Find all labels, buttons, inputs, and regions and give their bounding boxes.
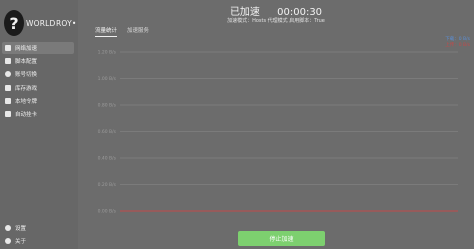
sidebar-item-label: 自动挂卡	[15, 112, 38, 118]
y-tick-label: 0.00 B/s	[98, 209, 117, 215]
sidebar-item-settings[interactable]: 设置	[2, 222, 74, 234]
app-window: ? WORLD ROY• 网络加速 脚本配置 账号切换 库存游戏 本地令牌 自动…	[0, 0, 474, 249]
sidebar-item-label: 脚本配置	[15, 59, 38, 65]
sidebar-item-account[interactable]: 账号切换	[2, 68, 74, 80]
y-tick-label: 0.60 B/s	[98, 129, 117, 135]
y-tick-label: 0.80 B/s	[98, 103, 117, 109]
sidebar-item-label: 本地令牌	[15, 99, 38, 105]
script-icon	[5, 58, 11, 64]
account-icon	[5, 71, 11, 77]
stop-acceleration-button[interactable]: 停止加速	[238, 231, 325, 246]
library-icon	[5, 85, 11, 91]
sidebar-item-label: 账号切换	[15, 72, 38, 78]
network-icon	[5, 45, 11, 51]
sidebar: ? WORLD ROY• 网络加速 脚本配置 账号切换 库存游戏 本地令牌 自动…	[0, 0, 78, 249]
sidebar-item-script[interactable]: 脚本配置	[2, 55, 74, 67]
tab-acceleration-service[interactable]: 加速服务	[127, 26, 149, 37]
mode-subtitle: 加速模式：Hosts 代理模式 启用脚本：True	[227, 18, 325, 24]
sidebar-item-label: 库存游戏	[15, 86, 38, 92]
traffic-chart: 1.20 B/s 1.00 B/s 0.80 B/s 0.60 B/s 0.40 B/s…	[98, 50, 458, 215]
y-tick-label: 0.40 B/s	[98, 156, 117, 162]
gear-icon	[5, 225, 11, 231]
sidebar-item-label: 网络加速	[15, 46, 38, 52]
sidebar-item-network[interactable]: 网络加速	[2, 42, 74, 54]
brand-roy: ROY•	[56, 19, 77, 28]
tab-traffic-stats[interactable]: 流量统计	[95, 26, 118, 37]
status-header: 已加速 00:00:30	[78, 3, 474, 18]
sidebar-item-token[interactable]: 本地令牌	[2, 95, 74, 107]
token-icon	[5, 98, 11, 104]
sidebar-item-card[interactable]: 自动挂卡	[2, 108, 74, 120]
y-tick-label: 1.20 B/s	[98, 50, 117, 56]
avatar[interactable]: ?	[4, 10, 24, 36]
y-tick-label: 1.00 B/s	[98, 76, 117, 82]
tab-bar: 流量统计 加速服务	[95, 26, 149, 37]
brand-world: WORLD	[26, 19, 56, 28]
card-icon	[5, 111, 11, 117]
sidebar-item-library[interactable]: 库存游戏	[2, 82, 74, 94]
sidebar-item-about[interactable]: 关于	[2, 235, 74, 247]
sidebar-item-label: 关于	[15, 239, 27, 245]
sidebar-item-label: 设置	[15, 226, 27, 232]
y-tick-label: 0.20 B/s	[98, 182, 117, 188]
info-icon	[5, 238, 11, 244]
